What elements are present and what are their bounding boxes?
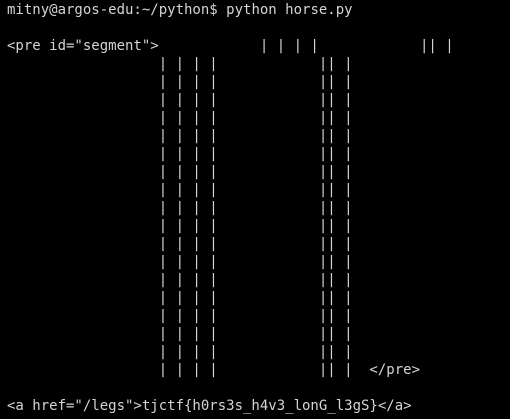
output-line: | | | | || | </pre> xyxy=(7,362,421,378)
output-line: | | | | || | xyxy=(7,326,353,342)
output-line: | | | | || | xyxy=(7,146,353,162)
output-line: | | | | || | xyxy=(7,200,353,216)
output-line: | | | | || | xyxy=(7,254,353,270)
output-line: | | | | || | xyxy=(7,92,353,108)
output-line: | | | | || | xyxy=(7,272,353,288)
output-line: | | | | || | xyxy=(7,308,353,324)
output-line: | | | | || | xyxy=(7,74,353,90)
output-line: | | | | || | xyxy=(7,236,353,252)
output-line: | | | | || | xyxy=(7,56,353,72)
output-line: | | | | || | xyxy=(7,128,353,144)
output-line: | | | | || | xyxy=(7,110,353,126)
output-line: | | | | || | xyxy=(7,344,353,360)
output-line: | | | | || | xyxy=(7,164,353,180)
output-line: <pre id="segment"> | | | | || | xyxy=(7,38,454,54)
command-line: mitny@argos-edu:~/python$ python horse.p… xyxy=(7,1,353,19)
output-line: | | | | || | xyxy=(7,218,353,234)
output-line: | | | | || | xyxy=(7,182,353,198)
terminal-window[interactable]: mitny@argos-edu:~/python$ python horse.p… xyxy=(0,0,510,419)
typed-command: python horse.py xyxy=(226,2,353,18)
output-line: | | | | || | xyxy=(7,290,353,306)
shell-prompt: mitny@argos-edu:~/python$ xyxy=(7,2,227,18)
output-line: <a href="/legs">tjctf{h0rs3s_h4v3_lonG_l… xyxy=(7,398,412,414)
